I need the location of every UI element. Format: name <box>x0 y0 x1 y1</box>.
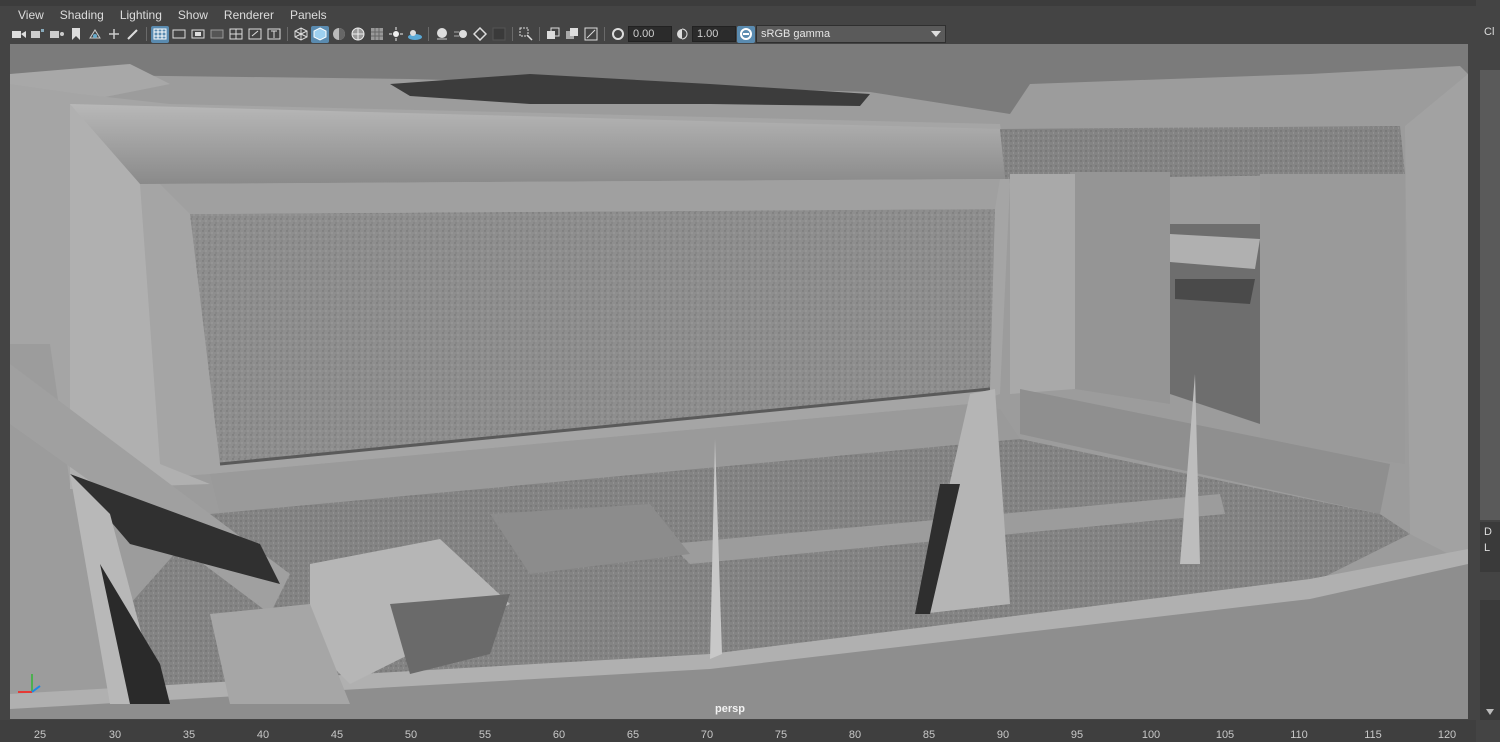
safe-action-icon[interactable] <box>246 26 264 43</box>
motion-blur-icon[interactable] <box>452 26 470 43</box>
right-panel-lower <box>1480 600 1500 720</box>
depth-of-field-icon[interactable] <box>490 26 508 43</box>
chevron-down-icon <box>931 26 941 42</box>
resolution-gate-icon[interactable] <box>189 26 207 43</box>
time-tick: 120 <box>1437 729 1457 741</box>
time-tick: 40 <box>256 729 270 741</box>
time-tick: 90 <box>996 729 1010 741</box>
time-tick: 105 <box>1215 729 1235 741</box>
film-gate-icon[interactable] <box>170 26 188 43</box>
colorspace-dropdown[interactable]: sRGB gamma <box>756 25 946 43</box>
grease-pencil-icon[interactable] <box>124 26 142 43</box>
menu-show[interactable]: Show <box>170 6 216 24</box>
toolbar-separator <box>287 27 288 41</box>
time-tick: 45 <box>330 729 344 741</box>
time-tick: 95 <box>1070 729 1084 741</box>
right-panel: Cl D L <box>1476 0 1500 742</box>
time-slider[interactable]: 25 30 35 40 45 50 55 60 65 70 75 80 85 9… <box>0 720 1476 742</box>
gamma-field[interactable]: 1.00 <box>692 26 736 42</box>
xray-joints-icon[interactable] <box>563 26 581 43</box>
grid-icon[interactable] <box>151 25 169 43</box>
textured-icon[interactable] <box>368 26 386 43</box>
bookmark-camera-icon[interactable] <box>48 26 66 43</box>
panel-toolbar: 0.00 1.00 sRGB gamma <box>10 24 1468 44</box>
time-tick: 115 <box>1364 729 1382 741</box>
menu-renderer[interactable]: Renderer <box>216 6 282 24</box>
panel-menubar: View Shading Lighting Show Renderer Pane… <box>10 6 1468 24</box>
menu-lighting[interactable]: Lighting <box>112 6 170 24</box>
time-tick: 80 <box>848 729 862 741</box>
color-management-icon[interactable] <box>737 25 755 43</box>
gate-mask-icon[interactable] <box>208 26 226 43</box>
xray-components-icon[interactable] <box>582 26 600 43</box>
toolbar-separator <box>146 27 147 41</box>
time-tick: 100 <box>1141 729 1161 741</box>
time-tick: 35 <box>182 729 196 741</box>
camera-icon[interactable] <box>10 26 28 43</box>
time-tick: 65 <box>626 729 640 741</box>
exposure-field[interactable]: 0.00 <box>628 26 672 42</box>
toolbar-separator <box>539 27 540 41</box>
right-panel-section: D L <box>1480 522 1500 572</box>
right-panel-top-text: Cl <box>1484 26 1495 38</box>
right-panel-label-d: D <box>1484 526 1492 538</box>
time-tick: 60 <box>552 729 566 741</box>
wireframe-on-shaded-icon[interactable] <box>349 26 367 43</box>
camera-name-label: persp <box>715 703 745 715</box>
right-panel-label-l: L <box>1484 542 1491 554</box>
time-tick: 110 <box>1290 729 1308 741</box>
time-tick: 85 <box>922 729 936 741</box>
screen-space-ao-icon[interactable] <box>433 26 451 43</box>
scroll-down-icon[interactable] <box>1486 704 1494 718</box>
menu-view[interactable]: View <box>10 6 52 24</box>
camera-attributes-icon[interactable] <box>29 26 47 43</box>
anti-aliasing-icon[interactable] <box>471 26 489 43</box>
field-chart-icon[interactable] <box>227 26 245 43</box>
time-tick: 55 <box>478 729 492 741</box>
shadows-icon[interactable] <box>406 26 424 43</box>
lights-icon[interactable] <box>387 26 405 43</box>
3d-viewport[interactable] <box>10 44 1468 719</box>
exposure-icon[interactable] <box>609 26 627 43</box>
time-tick: 75 <box>774 729 788 741</box>
menu-panels[interactable]: Panels <box>282 6 335 24</box>
time-tick: 25 <box>33 729 47 741</box>
toolbar-separator <box>604 27 605 41</box>
time-tick: 30 <box>108 729 122 741</box>
smooth-shade-icon[interactable] <box>311 25 329 43</box>
colorspace-value: sRGB gamma <box>761 28 831 40</box>
scene-mesh <box>10 44 1468 719</box>
bookmark-icon[interactable] <box>67 26 85 43</box>
right-panel-scrollbar[interactable] <box>1480 70 1500 520</box>
toolbar-separator <box>512 27 513 41</box>
menu-shading[interactable]: Shading <box>52 6 112 24</box>
time-tick: 70 <box>700 729 714 741</box>
time-tick: 50 <box>404 729 418 741</box>
image-plane-icon[interactable] <box>86 26 104 43</box>
xray-icon[interactable] <box>544 26 562 43</box>
gamma-icon[interactable] <box>673 26 691 43</box>
toolbar-separator <box>428 27 429 41</box>
isolate-select-icon[interactable] <box>517 26 535 43</box>
two-d-pan-icon[interactable] <box>105 26 123 43</box>
safe-title-icon[interactable] <box>265 26 283 43</box>
wireframe-icon[interactable] <box>292 26 310 43</box>
default-material-icon[interactable] <box>330 26 348 43</box>
